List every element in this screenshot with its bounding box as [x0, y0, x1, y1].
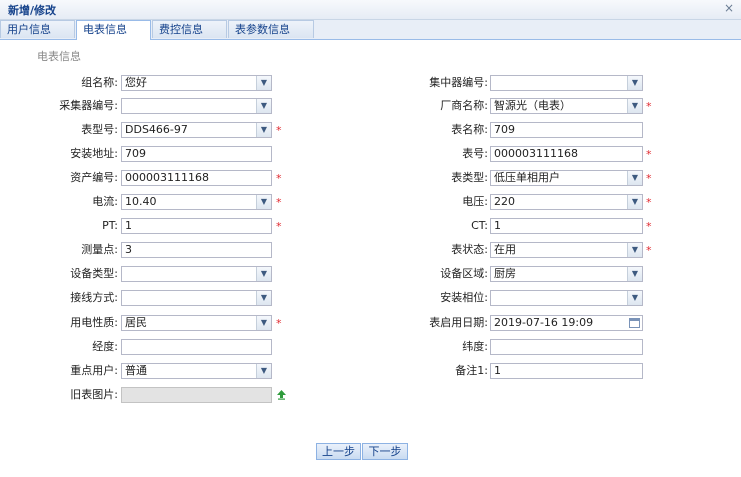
- latitude-label: 纬度:: [462, 340, 488, 353]
- old-meter-image-field: [121, 387, 272, 403]
- wiring-mode-select[interactable]: ▼: [121, 290, 272, 306]
- tab-meter-info[interactable]: 电表信息: [76, 20, 151, 40]
- install-address-input[interactable]: 709: [121, 146, 272, 162]
- meter-name-label: 表名称:: [451, 123, 488, 136]
- remark1-input[interactable]: 1: [490, 363, 643, 379]
- required-mark: *: [646, 244, 652, 257]
- voltage-select[interactable]: 220 ▼: [490, 194, 643, 210]
- required-mark: *: [276, 172, 282, 185]
- measure-point-input[interactable]: 3: [121, 242, 272, 258]
- upload-icon[interactable]: [276, 389, 287, 400]
- group-name-select[interactable]: 您好 ▼: [121, 75, 272, 91]
- longitude-input[interactable]: [121, 339, 272, 355]
- power-usage-select[interactable]: 居民 ▼: [121, 315, 272, 331]
- pt-input[interactable]: 1: [121, 218, 272, 234]
- chevron-down-icon[interactable]: ▼: [627, 99, 642, 113]
- key-user-label: 重点用户:: [70, 364, 118, 377]
- power-usage-label: 用电性质:: [70, 316, 118, 329]
- chevron-down-icon[interactable]: ▼: [627, 76, 642, 90]
- tab-user-info[interactable]: 用户信息: [0, 20, 75, 38]
- required-mark: *: [276, 124, 282, 137]
- meter-type-label: 表类型:: [451, 171, 488, 184]
- manufacturer-select[interactable]: 智源光（电表） ▼: [490, 98, 643, 114]
- measure-point-label: 测量点:: [81, 243, 118, 256]
- ct-label: CT:: [471, 219, 488, 232]
- asset-no-input[interactable]: 000003111168: [121, 170, 272, 186]
- concentrator-no-select[interactable]: ▼: [490, 75, 643, 91]
- manufacturer-label: 厂商名称:: [440, 99, 488, 112]
- tab-fee-control-info[interactable]: 费控信息: [152, 20, 227, 38]
- upload-arrow-icon: [277, 390, 286, 400]
- device-type-select[interactable]: ▼: [121, 266, 272, 282]
- prev-step-button[interactable]: 上一步: [316, 443, 361, 460]
- enable-date-label: 表启用日期:: [429, 316, 488, 329]
- meter-model-select[interactable]: DDS466-97 ▼: [121, 122, 272, 138]
- required-mark: *: [276, 317, 282, 330]
- device-type-label: 设备类型:: [70, 267, 118, 280]
- calendar-icon[interactable]: [629, 317, 640, 328]
- current-select[interactable]: 10.40 ▼: [121, 194, 272, 210]
- old-meter-image-label: 旧表图片:: [70, 388, 118, 401]
- chevron-down-icon[interactable]: ▼: [256, 316, 271, 330]
- chevron-down-icon[interactable]: ▼: [627, 291, 642, 305]
- wiring-mode-label: 接线方式:: [70, 291, 118, 304]
- install-phase-label: 安装相位:: [440, 291, 488, 304]
- tab-bar: 用户信息 电表信息 费控信息 表参数信息: [0, 20, 741, 40]
- chevron-down-icon[interactable]: ▼: [256, 267, 271, 281]
- chevron-down-icon[interactable]: ▼: [256, 99, 271, 113]
- longitude-label: 经度:: [92, 340, 118, 353]
- latitude-input[interactable]: [490, 339, 643, 355]
- collector-no-select[interactable]: ▼: [121, 98, 272, 114]
- voltage-label: 电压:: [462, 195, 488, 208]
- ct-input[interactable]: 1: [490, 218, 643, 234]
- tab-meter-params[interactable]: 表参数信息: [228, 20, 314, 38]
- chevron-down-icon[interactable]: ▼: [256, 76, 271, 90]
- section-title: 电表信息: [37, 50, 81, 63]
- current-label: 电流:: [92, 195, 118, 208]
- next-step-button[interactable]: 下一步: [362, 443, 408, 460]
- chevron-down-icon[interactable]: ▼: [627, 195, 642, 209]
- close-icon[interactable]: ×: [723, 1, 735, 15]
- calendar-glyph-icon: [629, 318, 640, 328]
- enable-date-input[interactable]: 2019-07-16 19:09: [490, 315, 643, 331]
- device-area-select[interactable]: 厨房 ▼: [490, 266, 643, 282]
- device-area-label: 设备区域:: [440, 267, 488, 280]
- required-mark: *: [646, 196, 652, 209]
- required-mark: *: [646, 100, 652, 113]
- meter-no-label: 表号:: [462, 147, 488, 160]
- required-mark: *: [646, 148, 652, 161]
- required-mark: *: [276, 196, 282, 209]
- meter-status-label: 表状态:: [451, 243, 488, 256]
- key-user-select[interactable]: 普通 ▼: [121, 363, 272, 379]
- meter-type-select[interactable]: 低压单相用户 ▼: [490, 170, 643, 186]
- meter-name-input[interactable]: 709: [490, 122, 643, 138]
- chevron-down-icon[interactable]: ▼: [256, 195, 271, 209]
- collector-no-label: 采集器编号:: [59, 99, 118, 112]
- asset-no-label: 资产编号:: [70, 171, 118, 184]
- required-mark: *: [646, 220, 652, 233]
- pt-label: PT:: [102, 219, 118, 232]
- install-address-label: 安装地址:: [70, 147, 118, 160]
- install-phase-select[interactable]: ▼: [490, 290, 643, 306]
- required-mark: *: [276, 220, 282, 233]
- chevron-down-icon[interactable]: ▼: [256, 364, 271, 378]
- chevron-down-icon[interactable]: ▼: [627, 267, 642, 281]
- concentrator-no-label: 集中器编号:: [429, 76, 488, 89]
- required-mark: *: [646, 172, 652, 185]
- chevron-down-icon[interactable]: ▼: [256, 123, 271, 137]
- meter-no-input[interactable]: 000003111168: [490, 146, 643, 162]
- chevron-down-icon[interactable]: ▼: [256, 291, 271, 305]
- window-title-bar: 新增/修改 ×: [0, 0, 741, 20]
- meter-model-label: 表型号:: [81, 123, 118, 136]
- meter-status-select[interactable]: 在用 ▼: [490, 242, 643, 258]
- group-name-label: 组名称:: [81, 76, 118, 89]
- window-title: 新增/修改: [8, 4, 57, 17]
- remark1-label: 备注1:: [455, 364, 488, 377]
- chevron-down-icon[interactable]: ▼: [627, 243, 642, 257]
- chevron-down-icon[interactable]: ▼: [627, 171, 642, 185]
